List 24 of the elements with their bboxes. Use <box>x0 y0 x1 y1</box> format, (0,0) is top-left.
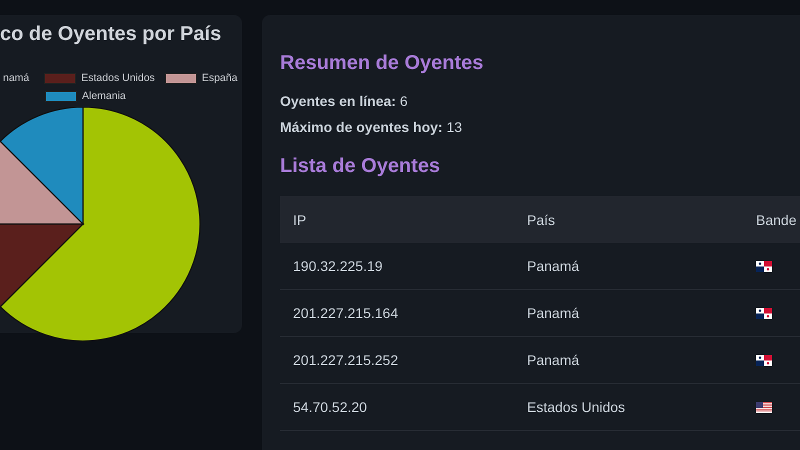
section-heading: Resumen de Oyentes <box>280 52 484 75</box>
flag-icon <box>756 354 772 366</box>
table-cell: 190.32.225.19 <box>293 258 383 274</box>
flag-icon <box>756 260 772 272</box>
table-cell: Estados Unidos <box>527 399 626 415</box>
table-cell: Panamá <box>527 258 580 274</box>
table-cell: Panamá <box>527 305 580 321</box>
legend-label: Estados Unidos <box>81 72 155 84</box>
legend-label: España <box>202 72 238 84</box>
stat-text: Máximo de oyentes hoy: 13 <box>280 119 464 135</box>
table-cell: 54.70.52.20 <box>293 399 367 415</box>
section-heading: Lista de Oyentes <box>280 155 442 178</box>
table-cell: 201.227.215.252 <box>293 352 398 368</box>
column-header: País <box>527 212 556 228</box>
stat-text: Oyentes en línea: 6 <box>280 93 409 109</box>
legend-label: namá <box>3 72 30 84</box>
flag-icon <box>756 402 772 412</box>
table-cell: 201.227.215.164 <box>293 305 398 321</box>
table-cell: Panamá <box>527 352 580 368</box>
column-header: Bande <box>756 212 796 228</box>
flag-icon <box>756 308 772 318</box>
chart-title: co de Oyentes por País <box>0 23 222 47</box>
legend-label: Alemania <box>82 90 126 102</box>
column-header: IP <box>293 212 306 228</box>
